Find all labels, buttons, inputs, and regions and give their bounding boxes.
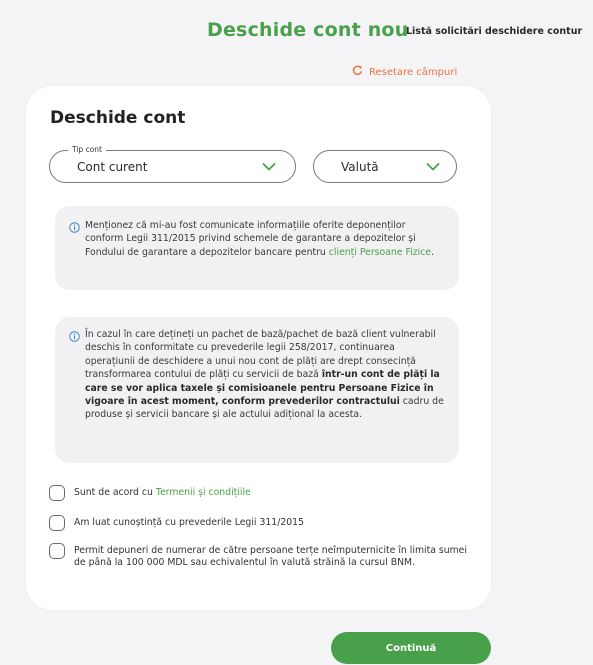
reset-fields-button[interactable]: Resetare câmpuri bbox=[352, 65, 457, 79]
info-text: În cazul în care dețineți un pachet de b… bbox=[85, 328, 445, 422]
basic-package-info: În cazul în care dețineți un pachet de b… bbox=[55, 317, 459, 463]
requests-list-link[interactable]: Listă solicitări deschidere contur bbox=[406, 26, 582, 37]
third-party-deposits-checkbox-row[interactable]: Permit depuneri de numerar de către pers… bbox=[49, 543, 469, 568]
info-icon bbox=[69, 222, 80, 233]
refresh-icon bbox=[352, 65, 363, 79]
third-party-deposits-label: Permit depuneri de numerar de către pers… bbox=[74, 545, 467, 568]
third-party-deposits-checkbox[interactable] bbox=[49, 543, 65, 559]
page-header: Deschide cont nou Listă solicitări desch… bbox=[0, 0, 593, 60]
info-text-end: . bbox=[431, 246, 434, 258]
terms-label-text: Sunt de acord cu bbox=[74, 487, 156, 498]
terms-checkbox-label: Sunt de acord cu Termenii și condițiile bbox=[74, 485, 251, 499]
account-type-value: Cont curent bbox=[77, 160, 148, 174]
chevron-down-icon bbox=[426, 163, 440, 171]
deposit-guarantee-info: Menționez că mi-au fost comunicate infor… bbox=[55, 206, 459, 290]
currency-value: Valută bbox=[341, 160, 379, 174]
card-title: Deschide cont bbox=[50, 108, 186, 128]
terms-checkbox[interactable] bbox=[49, 485, 65, 501]
terms-link[interactable]: Termenii și condițiile bbox=[156, 487, 251, 498]
chevron-down-icon bbox=[262, 163, 276, 171]
law-acknowledgement-label: Am luat cunoștință cu prevederile Legii … bbox=[74, 517, 304, 528]
individual-clients-link[interactable]: clienți Persoane Fizice bbox=[329, 247, 431, 258]
info-icon bbox=[69, 331, 80, 342]
law-acknowledgement-checkbox[interactable] bbox=[49, 515, 65, 531]
currency-select[interactable]: Valută bbox=[313, 150, 457, 183]
account-type-select[interactable]: Tip cont Cont curent bbox=[49, 145, 296, 183]
info-text: Menționez că mi-au fost comunicate infor… bbox=[85, 219, 445, 259]
open-account-card: Deschide cont Tip cont Cont curent Valut… bbox=[26, 86, 491, 610]
continue-button[interactable]: Continuă bbox=[331, 632, 491, 664]
terms-checkbox-row[interactable]: Sunt de acord cu Termenii și condițiile bbox=[49, 485, 469, 501]
page-title: Deschide cont nou bbox=[207, 19, 409, 41]
reset-fields-label: Resetare câmpuri bbox=[369, 66, 458, 78]
account-type-legend: Tip cont bbox=[68, 145, 106, 154]
law-acknowledgement-checkbox-row[interactable]: Am luat cunoștință cu prevederile Legii … bbox=[49, 515, 469, 531]
